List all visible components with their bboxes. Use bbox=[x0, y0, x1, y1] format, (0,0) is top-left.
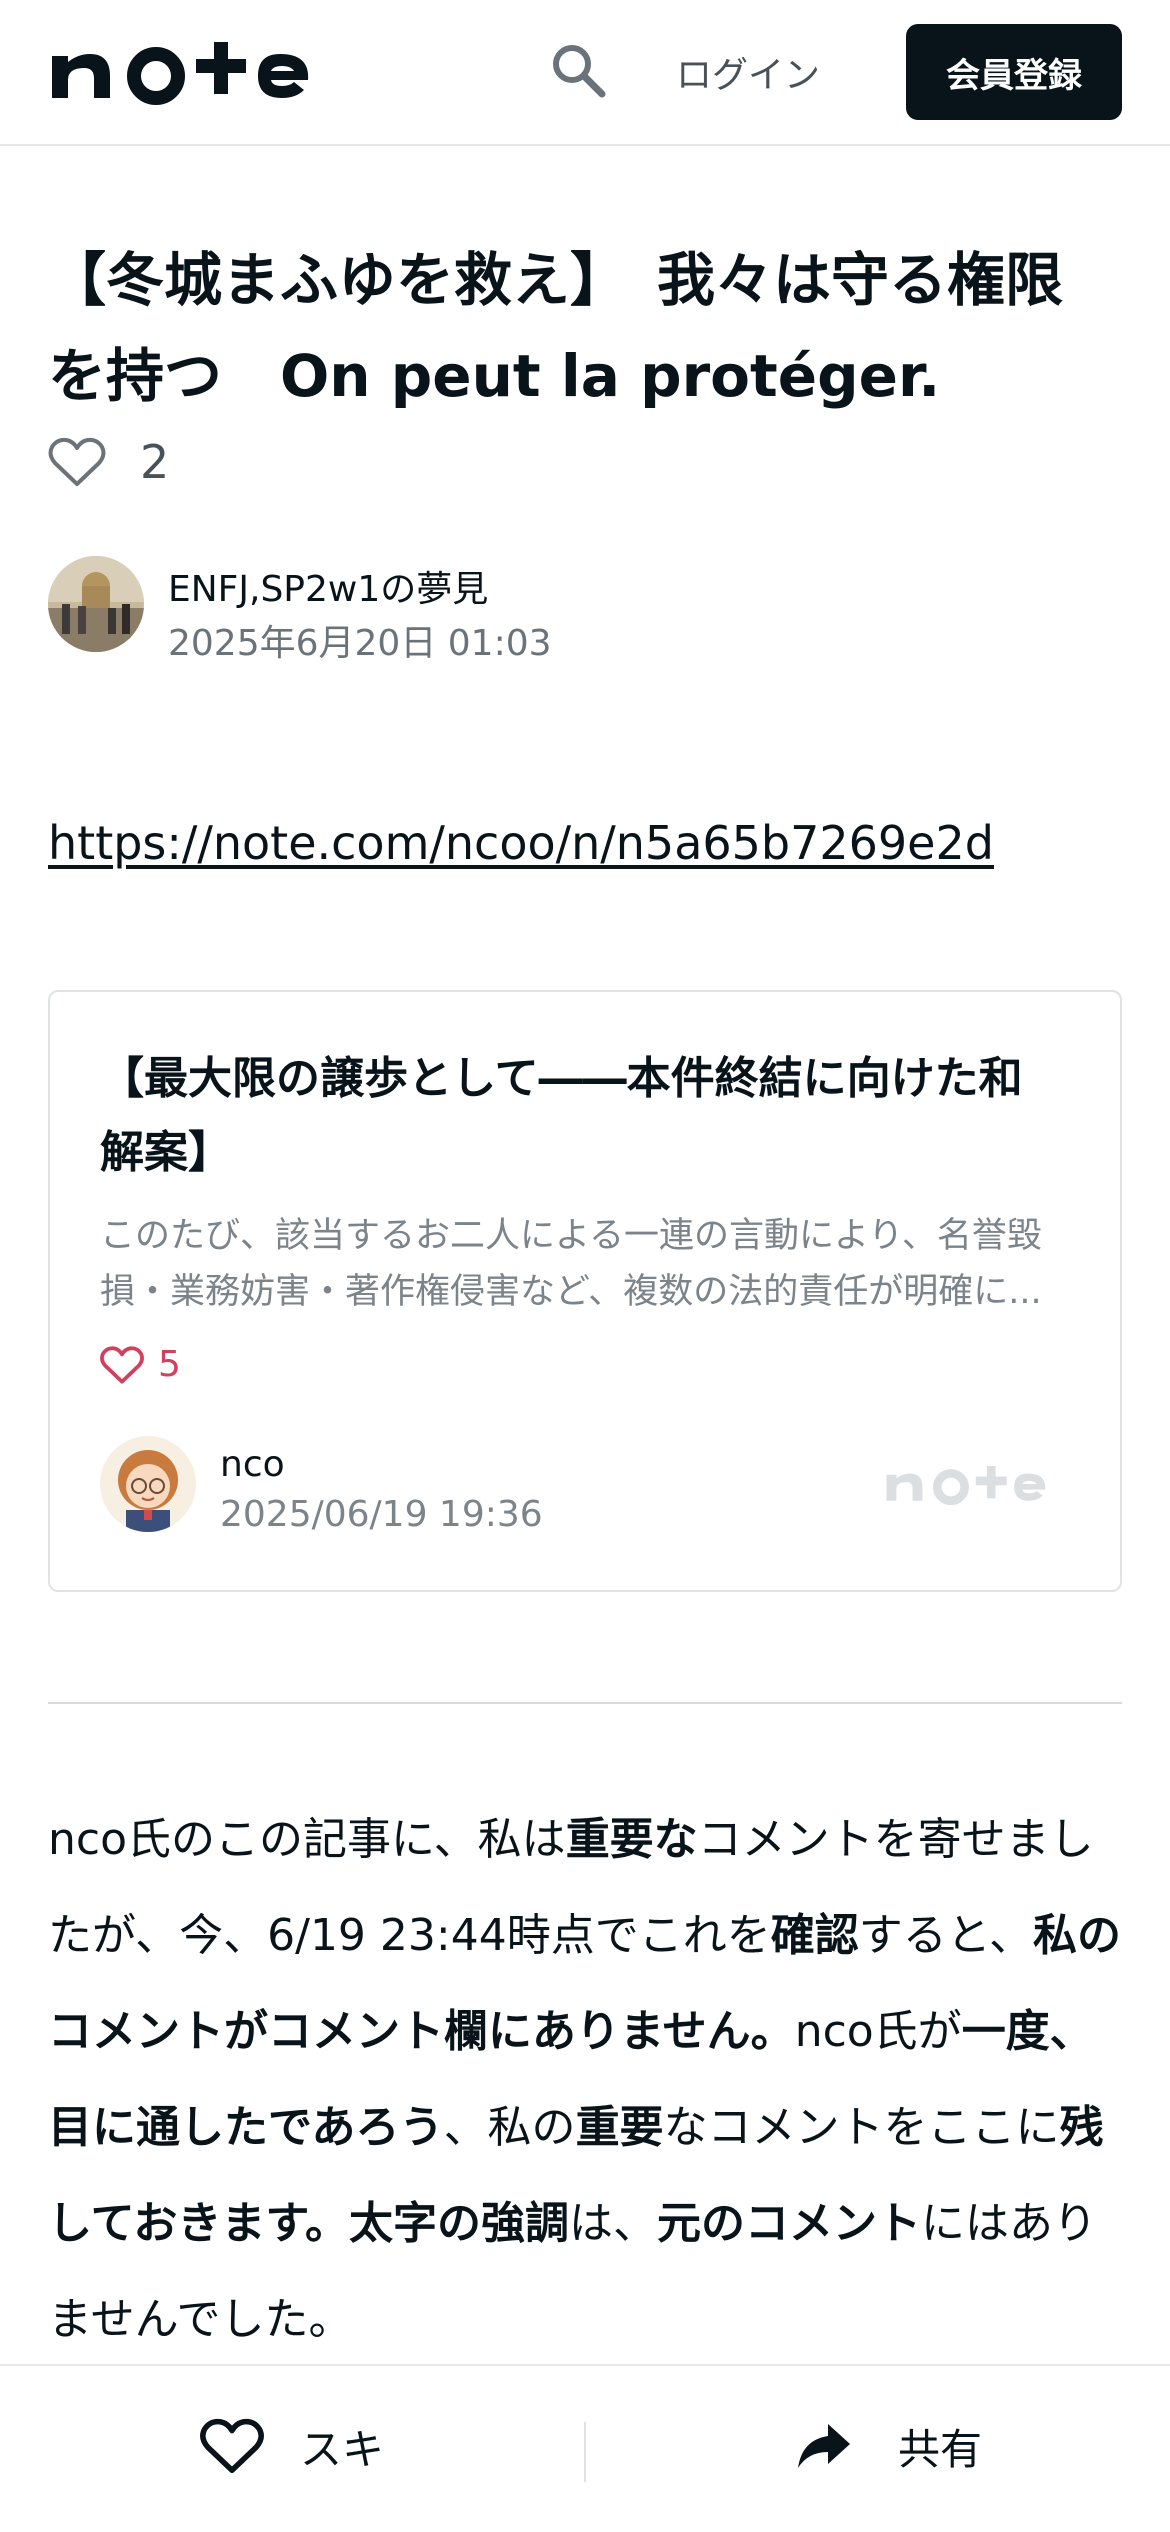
embed-date: 2025/06/19 19:36 bbox=[220, 1494, 543, 1535]
search-icon[interactable] bbox=[548, 40, 608, 100]
embed-author-name: nco bbox=[220, 1444, 285, 1485]
header: ログイン 会員登録 bbox=[0, 0, 1170, 146]
embed-excerpt-line1: このたび、該当するお二人による一連の言動により、名誉毀 bbox=[100, 1216, 1042, 1256]
body-text-segment: すると、 bbox=[858, 1910, 1033, 1961]
like-count: 2 bbox=[140, 435, 170, 489]
body-text-segment: なコメントをここに bbox=[663, 2102, 1060, 2153]
like-button-label[interactable]: スキ bbox=[300, 2416, 384, 2477]
embed-excerpt-line2: 損・業務妨害・著作権侵害など、複数の法的責任が明確に... bbox=[100, 1272, 1042, 1312]
embed-like-row: 5 bbox=[100, 1344, 181, 1385]
heart-icon[interactable] bbox=[200, 2417, 264, 2475]
body-text-segment: 、私の bbox=[443, 2102, 576, 2153]
share-button[interactable]: 共有 bbox=[794, 2406, 982, 2486]
embed-excerpt: このたび、該当するお二人による一連の言動により、名誉毀 損・業務妨害・著作権侵害… bbox=[100, 1208, 1080, 1320]
article-title: 【冬城まふゆを救え】 我々は守る権限 を持つ On peut la protég… bbox=[48, 232, 1128, 424]
body-text-segment: nco氏が bbox=[794, 2006, 962, 2057]
embed-title-line2: 解案】 bbox=[100, 1127, 232, 1178]
author-avatar[interactable] bbox=[48, 556, 144, 652]
note-logo[interactable] bbox=[48, 36, 348, 106]
embedded-article-card[interactable]: 【最大限の譲歩として――本件終結に向けた和 解案】 このたび、該当するお二人によ… bbox=[48, 990, 1122, 1592]
body-text-segment: は、 bbox=[568, 2198, 657, 2249]
author-name[interactable]: ENFJ,SP2w1の夢見 bbox=[168, 560, 488, 612]
share-button-label[interactable]: 共有 bbox=[898, 2416, 982, 2477]
section-divider bbox=[48, 1702, 1122, 1704]
heart-icon bbox=[100, 1345, 144, 1384]
article-title-line2: を持つ On peut la protéger. bbox=[48, 342, 941, 410]
body-text-segment: nco氏のこの記事に、私は bbox=[48, 1814, 566, 1865]
source-article-link[interactable]: https://note.com/ncoo/n/n5a65b7269e2d bbox=[48, 816, 994, 870]
embed-title-line1: 【最大限の譲歩として――本件終結に向けた和 bbox=[100, 1053, 1023, 1104]
signup-button[interactable]: 会員登録 bbox=[906, 24, 1122, 120]
share-arrow-icon[interactable] bbox=[794, 2420, 852, 2472]
note-logo-watermark bbox=[886, 1466, 1046, 1506]
bottom-action-bar: スキ 共有 bbox=[0, 2364, 1170, 2532]
article-title-line1: 【冬城まふゆを救え】 我々は守る権限 bbox=[48, 246, 1064, 314]
publish-date: 2025年6月20日 01:03 bbox=[168, 623, 552, 664]
login-link[interactable]: ログイン bbox=[676, 46, 820, 98]
bottom-bar-divider bbox=[584, 2422, 586, 2482]
embed-author-avatar bbox=[100, 1436, 196, 1532]
body-bold-segment: 重要な bbox=[565, 1814, 698, 1865]
heart-icon[interactable] bbox=[48, 436, 106, 488]
embed-like-count: 5 bbox=[158, 1344, 181, 1385]
article-body-paragraph: nco氏のこの記事に、私は重要なコメントを寄せましたが、今、6/19 23:44… bbox=[48, 1792, 1128, 2368]
body-bold-segment: 重要 bbox=[575, 2102, 664, 2153]
like-button[interactable]: スキ bbox=[200, 2406, 384, 2486]
body-bold-segment: 元のコメント bbox=[656, 2198, 921, 2249]
article-like-row[interactable]: 2 bbox=[48, 432, 169, 492]
embed-title: 【最大限の譲歩として――本件終結に向けた和 解案】 bbox=[100, 1042, 1080, 1190]
body-bold-segment: 確認 bbox=[770, 1910, 859, 1961]
